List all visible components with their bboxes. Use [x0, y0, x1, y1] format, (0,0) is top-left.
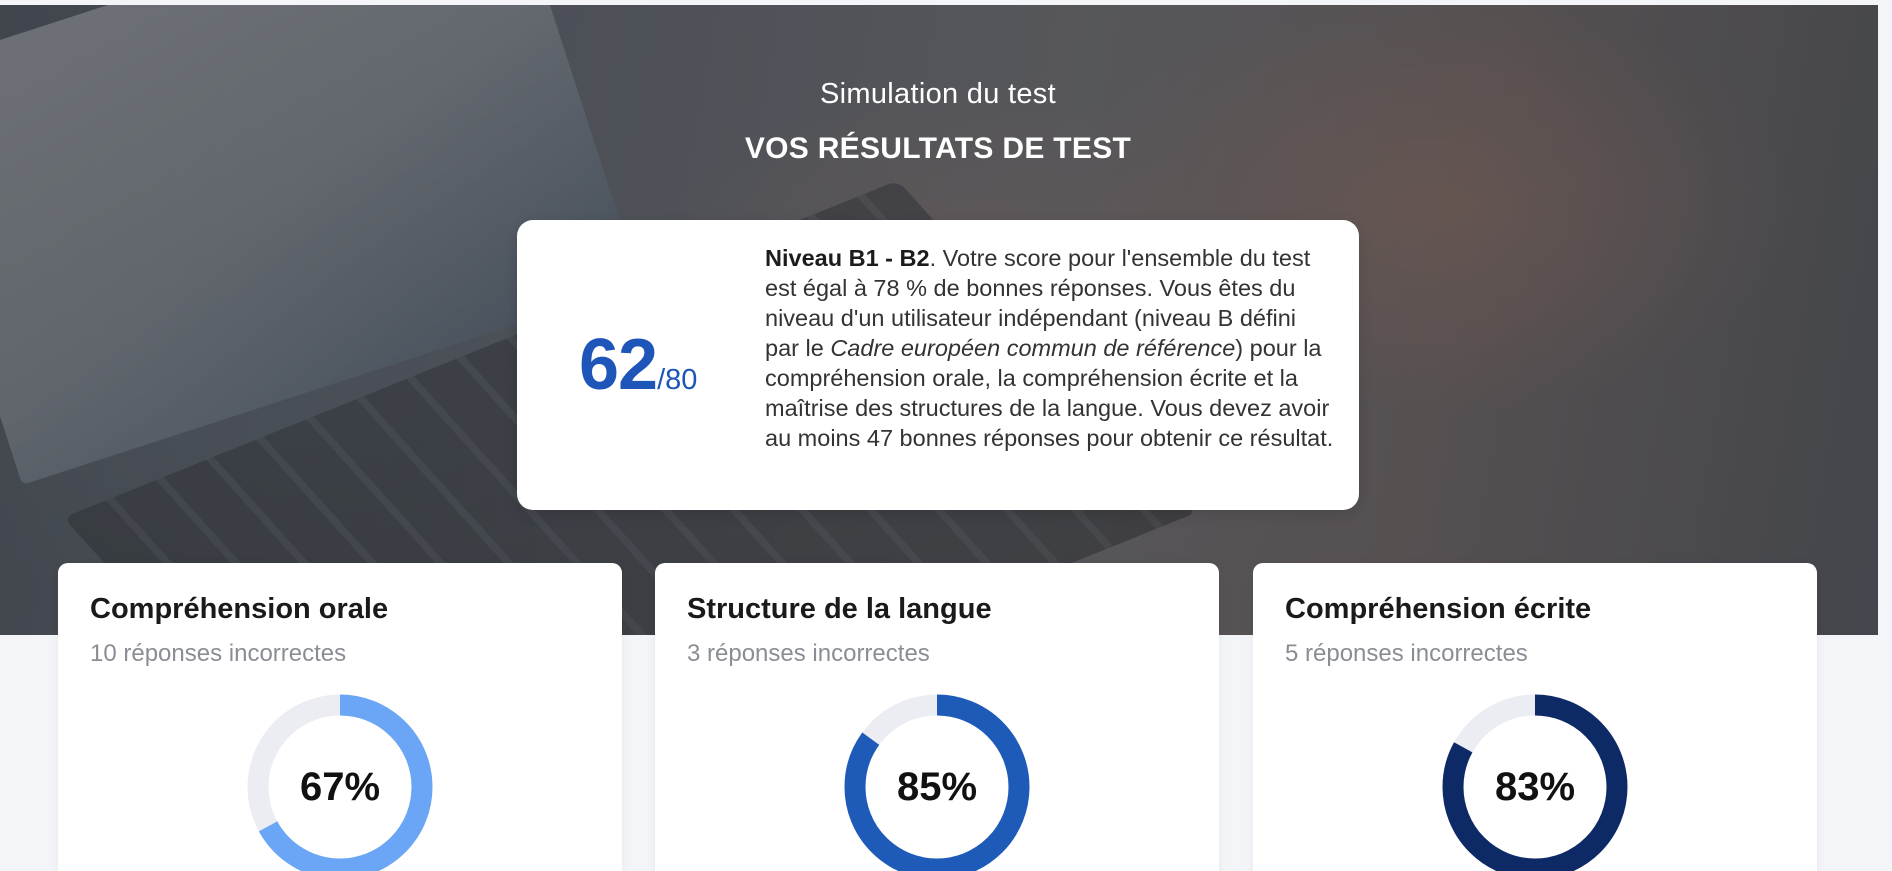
- section-percent: 85%: [896, 765, 978, 809]
- section-card-comprehension-ecrite: Compréhension écrite 5 réponses incorrec…: [1253, 563, 1817, 871]
- section-incorrect-count: 3 réponses incorrectes: [687, 640, 930, 667]
- scrollbar-gutter: [1878, 5, 1892, 635]
- results-page: Simulation du test VOS RÉSULTATS DE TEST…: [0, 0, 1892, 871]
- page-title: VOS RÉSULTATS DE TEST: [744, 132, 1132, 165]
- section-title: Structure de la langue: [687, 593, 992, 625]
- section-percent: 83%: [1494, 765, 1576, 809]
- score-max: /80: [657, 364, 698, 396]
- level-label: Niveau B1 - B2: [765, 245, 930, 271]
- section-incorrect-count: 5 réponses incorrectes: [1285, 640, 1528, 667]
- section-title: Compréhension écrite: [1285, 593, 1592, 625]
- section-card-comprehension-orale: Compréhension orale 10 réponses incorrec…: [58, 563, 622, 871]
- score-value: 62: [579, 325, 658, 405]
- section-title: Compréhension orale: [90, 593, 389, 625]
- section-percent: 67%: [299, 765, 381, 809]
- section-card-structure-langue: Structure de la langue 3 réponses incorr…: [655, 563, 1219, 871]
- score-description: Niveau B1 - B2. Votre score pour l'ensem…: [765, 243, 1335, 453]
- section-donut-chart: 83%: [1439, 691, 1631, 871]
- description-reference: Cadre européen commun de référence: [830, 335, 1236, 361]
- section-incorrect-count: 10 réponses incorrectes: [90, 640, 347, 667]
- section-donut-chart: 67%: [244, 691, 436, 871]
- overall-score: 62/80: [579, 324, 697, 406]
- overall-score-card: 62/80 Niveau B1 - B2. Votre score pour l…: [517, 220, 1359, 510]
- section-donut-chart: 85%: [841, 691, 1033, 871]
- page-subtitle: Simulation du test: [820, 78, 1056, 110]
